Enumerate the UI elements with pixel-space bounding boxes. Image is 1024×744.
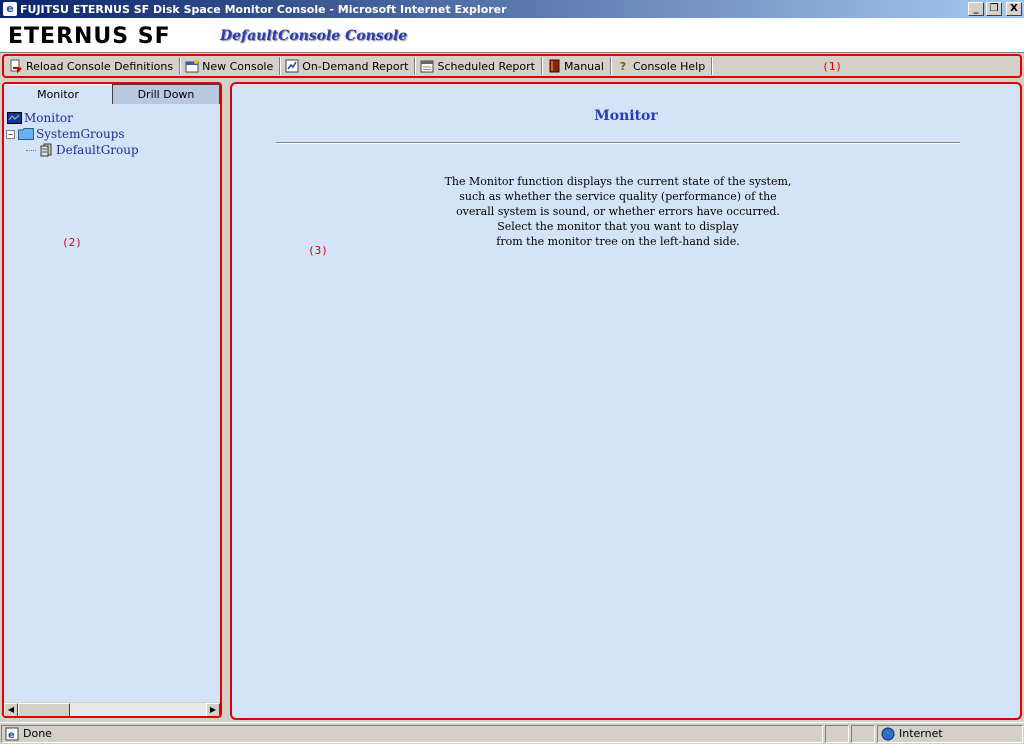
reload-icon (9, 59, 23, 73)
tree-item-defaultgroup[interactable]: DefaultGroup (6, 142, 139, 158)
tree-item-systemgroups[interactable]: − SystemGroups (6, 126, 139, 142)
description-line: Select the monitor that you want to disp… (497, 220, 739, 233)
tree-label: Monitor (24, 111, 73, 125)
new-console-icon (185, 59, 199, 73)
window-controls: _ ❐ X (968, 2, 1022, 16)
chart-report-icon (285, 59, 299, 73)
manual-button[interactable]: Manual (544, 57, 611, 75)
window-titlebar: e FUJITSU ETERNUS SF Disk Space Monitor … (0, 0, 1024, 18)
scroll-right-arrow[interactable]: ▶ (206, 703, 220, 716)
restore-button[interactable]: ❐ (986, 2, 1002, 16)
panel-tabs: Monitor Drill Down (4, 84, 220, 104)
status-cell-empty (825, 724, 849, 743)
toolbar-label: Manual (563, 59, 604, 73)
horizontal-scrollbar[interactable]: ◀ ▶ (4, 702, 220, 716)
svg-text:e: e (8, 730, 15, 741)
eternus-logo: ETERNUS SF (8, 24, 171, 49)
tree-label: DefaultGroup (56, 143, 139, 157)
help-icon: ? (619, 59, 627, 73)
toolbar-label: On-Demand Report (302, 59, 409, 73)
window-title: FUJITSU ETERNUS SF Disk Space Monitor Co… (20, 2, 507, 16)
book-icon (547, 59, 561, 73)
tree-label: SystemGroups (36, 127, 125, 141)
monitor-description: The Monitor function displays the curren… (232, 174, 1004, 249)
toolbar-label: Scheduled Report (437, 59, 535, 73)
status-cell-empty (851, 724, 875, 743)
page-title: Monitor (594, 108, 658, 124)
description-line: The Monitor function displays the curren… (444, 175, 792, 188)
zone-text: Internet (899, 727, 943, 740)
minimize-button[interactable]: _ (968, 2, 984, 16)
app-header: ETERNUS SF DefaultConsole Console (0, 18, 1024, 53)
reload-console-definitions-button[interactable]: Reload Console Definitions (6, 57, 181, 75)
monitor-tree-panel: Monitor Drill Down Monitor − SystemGroup… (2, 82, 222, 718)
folder-icon (18, 127, 34, 141)
tab-drill-down[interactable]: Drill Down (112, 84, 220, 104)
tree-item-monitor[interactable]: Monitor (6, 110, 139, 126)
on-demand-report-button[interactable]: On-Demand Report (282, 57, 416, 75)
content-panel: Monitor The Monitor function displays th… (230, 82, 1022, 720)
calendar-report-icon (420, 59, 434, 73)
toolbar-label: Reload Console Definitions (26, 59, 174, 73)
console-help-button[interactable]: ? Console Help (613, 57, 713, 75)
description-line: from the monitor tree on the left-hand s… (496, 235, 740, 248)
title-divider (276, 142, 960, 144)
toolbar: Reload Console Definitions New Console O… (2, 54, 1022, 78)
tree-connector (26, 149, 36, 151)
server-group-icon (38, 143, 54, 157)
panel-splitter[interactable] (224, 82, 228, 718)
console-name: DefaultConsole Console (220, 28, 408, 44)
region-marker-1: (1) (822, 60, 842, 73)
status-bar: e Done Internet (0, 722, 1024, 744)
status-text: Done (23, 727, 52, 740)
page-done-icon: e (5, 727, 19, 741)
security-zone: Internet (877, 724, 1023, 743)
toolbar-label: Console Help (632, 59, 706, 73)
close-button[interactable]: X (1006, 2, 1022, 16)
collapse-toggle[interactable]: − (6, 129, 15, 139)
status-cell: e Done (1, 724, 823, 743)
toolbar-label: New Console (202, 59, 274, 73)
monitor-icon (6, 111, 22, 125)
description-line: such as whether the service quality (per… (459, 190, 777, 203)
globe-icon (881, 727, 895, 741)
ie-icon: e (3, 2, 17, 16)
new-console-button[interactable]: New Console (182, 57, 281, 75)
scheduled-report-button[interactable]: Scheduled Report (417, 57, 542, 75)
scroll-thumb[interactable] (18, 703, 70, 716)
monitor-tree: Monitor − SystemGroups DefaultGroup (6, 110, 139, 158)
scroll-left-arrow[interactable]: ◀ (4, 703, 18, 716)
region-marker-2: (2) (62, 236, 82, 249)
region-marker-3: (3) (308, 244, 328, 257)
tab-monitor[interactable]: Monitor (4, 84, 112, 104)
description-line: overall system is sound, or whether erro… (456, 205, 780, 218)
